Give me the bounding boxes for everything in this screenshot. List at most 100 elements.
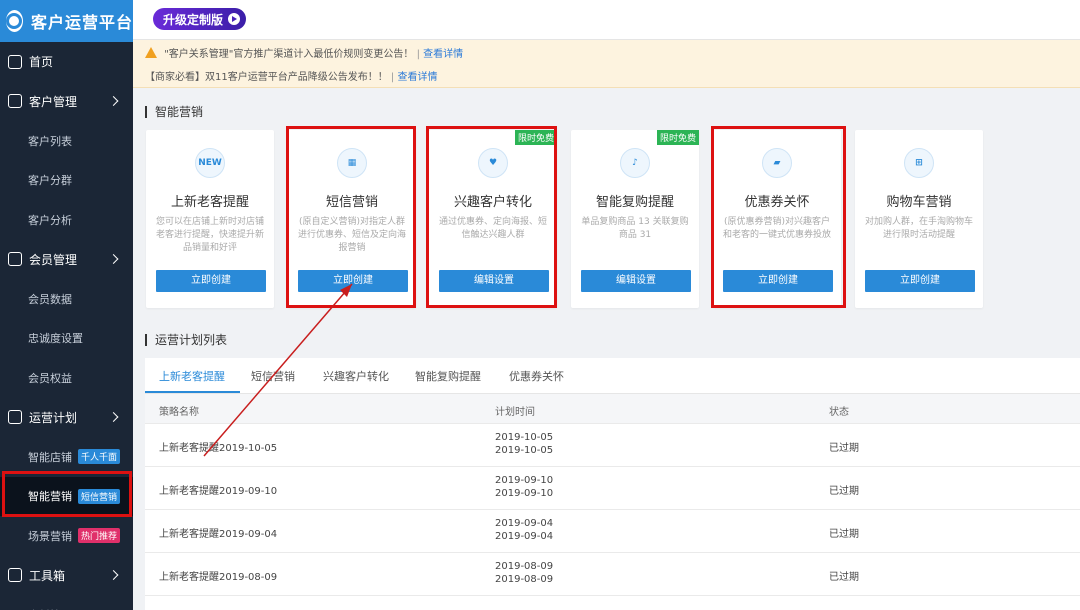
sidebar-group-13[interactable]: 工具箱 — [0, 556, 133, 596]
card-title: 智能复购提醒 — [595, 195, 674, 210]
strategy-name: 上新老客提醒2019-10-05 — [159, 443, 278, 454]
table-row[interactable]: 上新老客提醒2019-09-04 2019-09-04 2019-09-04 已过期 — [145, 510, 1080, 553]
card-action-button[interactable]: 立即创建 — [156, 270, 266, 292]
chevron-right-icon — [108, 254, 119, 265]
card-title: 购物车营销 — [886, 195, 952, 210]
sidebar-item-label: 场景营销 — [28, 529, 72, 543]
card-action-button[interactable]: 编辑设置 — [581, 270, 691, 292]
tab-0[interactable]: 上新老客提醒 — [159, 368, 225, 384]
sidebar-item-4[interactable]: 客户分析 — [0, 200, 133, 240]
cart-icon: ⊞ — [904, 148, 934, 178]
plan-end: 2019-09-10 — [495, 488, 554, 499]
plan-end: 2019-08-09 — [495, 574, 554, 585]
sidebar-item-label: 客户分析 — [28, 213, 72, 227]
tab-4[interactable]: 优惠券关怀 — [509, 368, 564, 384]
play-icon — [228, 13, 241, 25]
highlight-box-sms — [286, 126, 416, 308]
upgrade-button[interactable]: 升级定制版 — [153, 8, 247, 30]
chevron-right-icon — [108, 570, 119, 581]
sidebar-group-label: 首页 — [29, 55, 54, 70]
sidebar-item-2[interactable]: 客户列表 — [0, 121, 133, 161]
sidebar-group-label: 工具箱 — [29, 568, 66, 583]
plan-panel: 上新老客提醒 短信营销 兴趣客户转化 智能复购提醒 优惠券关怀 策略名称 计划时间 状态… — [145, 358, 1080, 610]
sidebar-group-5[interactable]: 会员管理 — [0, 240, 133, 280]
logo-bar: 客户运营平台 — [0, 0, 133, 42]
status-text: 已过期 — [829, 486, 859, 497]
plan-start: 2019-10-05 — [495, 432, 554, 443]
status-text: 已过期 — [829, 529, 859, 540]
warning-icon — [145, 47, 157, 58]
card-description: 单品复购商品 13 关联复购商品 31 — [581, 217, 689, 240]
sidebar: 客户运营平台 首页客户管理客户列表客户分群客户分析会员管理会员数据忠诚度设置会员… — [0, 0, 133, 610]
upgrade-label: 升级定制版 — [163, 12, 224, 27]
notice-line-1: "客户关系管理"官方推广渠道计入最低价规则变更公告！ | 查看详情 — [145, 45, 463, 60]
sidebar-group-label: 会员管理 — [29, 252, 78, 267]
plan-end: 2019-10-05 — [495, 445, 554, 456]
table-row[interactable]: 上新老客提醒2019-08-09 2019-08-09 2019-08-09 已过期 — [145, 553, 1080, 596]
sidebar-item-label: 客户列表 — [28, 134, 72, 148]
table-row[interactable]: 上新老客提醒2019-10-05 2019-10-05 2019-10-05 已过期 — [145, 424, 1080, 467]
sidebar-item-label: 会员数据 — [28, 292, 72, 306]
status-text: 已过期 — [829, 443, 859, 454]
notice-line-2: 【商家必看】双11客户运营平台产品降级公告发布！！ | 查看详情 — [145, 72, 438, 83]
highlight-box-coupon — [711, 126, 846, 308]
sidebar-nav: 首页客户管理客户列表客户分群客户分析会员管理会员数据忠诚度设置会员权益运营计划智… — [0, 42, 133, 610]
status-text: 已过期 — [829, 572, 859, 583]
new-icon: NEW — [195, 148, 225, 178]
section-title-smart: 智能营销 — [145, 106, 203, 118]
menu-group-icon — [8, 568, 22, 583]
chevron-right-icon — [108, 96, 119, 107]
sidebar-item-6[interactable]: 会员数据 — [0, 279, 133, 319]
highlight-box-sidebar — [2, 471, 132, 517]
app-title: 客户运营平台 — [30, 13, 133, 32]
sidebar-item-12[interactable]: 场景营销 热门推荐 — [0, 516, 133, 556]
sidebar-group-label: 客户管理 — [29, 94, 78, 109]
card-0: NEW 上新老客提醒您可以在店铺上新时对店铺老客进行提醒，快速提升新品销量和好评立… — [146, 130, 274, 308]
highlight-box-interest — [426, 126, 557, 308]
sidebar-item-label: 忠诚度设置 — [28, 332, 83, 346]
sidebar-item-7[interactable]: 忠诚度设置 — [0, 319, 133, 359]
plan-start: 2019-08-09 — [495, 561, 554, 572]
column-header-name: 策略名称 — [159, 407, 199, 418]
strategy-name: 上新老客提醒2019-09-10 — [159, 486, 278, 497]
tab-underline — [145, 391, 240, 393]
notice-link-2[interactable]: 查看详情 — [397, 72, 437, 83]
tab-2[interactable]: 兴趣客户转化 — [323, 368, 389, 384]
free-tag: 限时免费 — [656, 130, 699, 145]
top-bar: 升级定制版 — [133, 0, 1080, 40]
plan-end: 2019-09-04 — [495, 531, 554, 542]
strategy-name: 上新老客提醒2019-08-09 — [159, 572, 278, 583]
notice-text-1: "客户关系管理"官方推广渠道计入最低价规则变更公告！ — [164, 49, 414, 60]
table-header: 策略名称 计划时间 状态 — [145, 394, 1080, 424]
card-title: 上新老客提醒 — [170, 195, 249, 210]
home-icon — [8, 54, 22, 69]
bell-icon: ♪ — [620, 148, 650, 178]
sidebar-item-8[interactable]: 会员权益 — [0, 358, 133, 398]
column-header-status: 状态 — [829, 407, 849, 418]
menu-group-icon — [8, 410, 22, 425]
sidebar-badge: 热门推荐 — [78, 528, 121, 544]
menu-group-icon — [8, 252, 22, 267]
notice-text-2: 【商家必看】双11客户运营平台产品降级公告发布！！ — [145, 72, 388, 83]
section-title-plans: 运营计划列表 — [145, 334, 227, 346]
menu-group-icon — [8, 94, 22, 109]
sidebar-item-14[interactable]: 素材管理 — [0, 595, 133, 610]
sidebar-item-label: 智能店铺 — [28, 450, 72, 464]
logo-icon — [6, 10, 23, 32]
sidebar-group-1[interactable]: 客户管理 — [0, 82, 133, 122]
sidebar-group-label: 运营计划 — [29, 410, 78, 425]
table-row[interactable]: 上新老客提醒2019-09-10 2019-09-10 2019-09-10 已过期 — [145, 467, 1080, 510]
sidebar-badge: 千人千面 — [78, 449, 121, 465]
tab-3[interactable]: 智能复购提醒 — [415, 368, 481, 384]
sidebar-item-3[interactable]: 客户分群 — [0, 161, 133, 201]
card-action-button[interactable]: 立即创建 — [865, 270, 975, 292]
chevron-right-icon — [108, 412, 119, 423]
card-description: 您可以在店铺上新时对店铺老客进行提醒，快速提升新品销量和好评 — [156, 217, 264, 253]
sidebar-item-label: 会员权益 — [28, 371, 72, 385]
sidebar-group-0[interactable]: 首页 — [0, 42, 133, 82]
notice-link-1[interactable]: 查看详情 — [423, 49, 463, 60]
sidebar-group-9[interactable]: 运营计划 — [0, 398, 133, 438]
tab-1[interactable]: 短信营销 — [251, 368, 295, 384]
plan-start: 2019-09-10 — [495, 475, 554, 486]
notice-banner: "客户关系管理"官方推广渠道计入最低价规则变更公告！ | 查看详情 【商家必看】… — [133, 40, 1080, 88]
